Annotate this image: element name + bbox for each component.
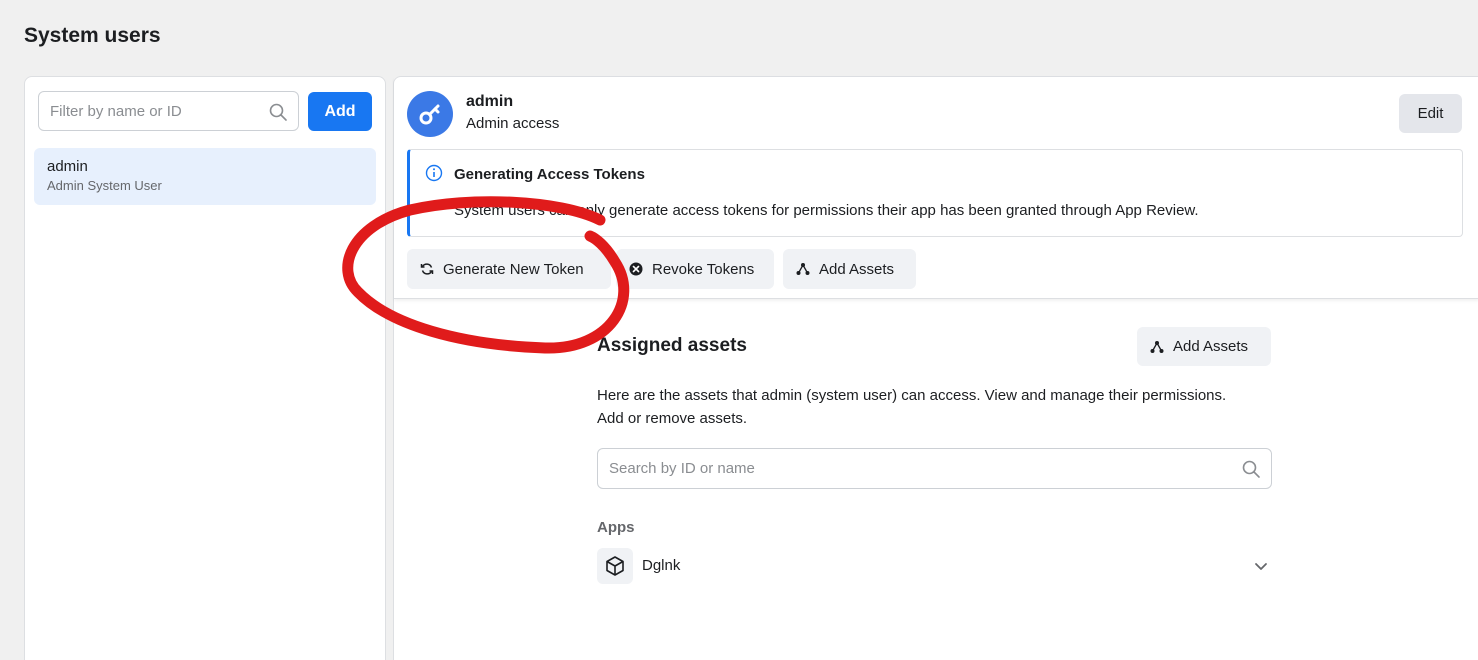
share-nodes-icon: [796, 263, 810, 275]
generate-token-label: Generate New Token: [443, 260, 584, 278]
info-title: Generating Access Tokens: [454, 166, 645, 183]
assigned-assets-title: Assigned assets: [597, 335, 747, 356]
search-icon: [1242, 460, 1260, 478]
filter-field[interactable]: [38, 91, 299, 131]
key-icon: [419, 104, 440, 125]
system-user-detail-panel: admin Admin access Edit Generating Acces…: [393, 76, 1478, 660]
detail-user-name: admin: [466, 93, 514, 110]
assigned-add-assets-label: Add Assets: [1173, 338, 1249, 355]
add-assets-button[interactable]: Add Assets: [783, 249, 916, 289]
filter-input[interactable]: [39, 92, 249, 130]
detail-header: admin Admin access Edit Generating Acces…: [394, 77, 1478, 299]
close-circle-icon: [629, 262, 643, 276]
assigned-add-assets-button[interactable]: Add Assets: [1137, 327, 1271, 366]
asset-search-field[interactable]: [597, 448, 1272, 489]
user-name: admin: [47, 158, 88, 175]
detail-user-role: Admin access: [466, 115, 560, 132]
add-assets-label: Add Assets: [819, 260, 895, 278]
generate-new-token-button[interactable]: Generate New Token: [407, 249, 611, 289]
add-user-button[interactable]: Add: [308, 92, 372, 131]
info-text: System users can only generate access to…: [454, 202, 1199, 219]
info-banner: Generating Access Tokens System users ca…: [407, 149, 1463, 237]
revoke-tokens-label: Revoke Tokens: [652, 260, 755, 278]
apps-section-label: Apps: [597, 519, 635, 536]
cube-icon: [606, 556, 624, 576]
search-icon: [269, 103, 287, 121]
app-name: Dglnk: [642, 557, 681, 574]
app-row-dglnk[interactable]: Dglnk: [597, 548, 1272, 584]
page-title: System users: [24, 24, 161, 47]
user-subtitle: Admin System User: [47, 178, 162, 193]
assets-description: Here are the assets that admin (system u…: [597, 384, 1277, 430]
asset-search-input[interactable]: [598, 449, 1218, 488]
edit-button[interactable]: Edit: [1399, 94, 1462, 133]
avatar: [407, 91, 453, 137]
share-nodes-icon: [1150, 340, 1164, 353]
chevron-down-icon[interactable]: [1253, 558, 1269, 574]
assets-description-line1: Here are the assets that admin (system u…: [597, 387, 1227, 404]
list-item-admin[interactable]: admin Admin System User: [34, 148, 376, 205]
revoke-tokens-button[interactable]: Revoke Tokens: [616, 249, 774, 289]
refresh-icon: [420, 263, 434, 275]
assets-description-line2: Add or remove assets.: [597, 410, 748, 427]
system-users-list-panel: Add admin Admin System User: [24, 76, 386, 660]
app-icon: [597, 548, 633, 584]
info-icon: [425, 164, 443, 182]
